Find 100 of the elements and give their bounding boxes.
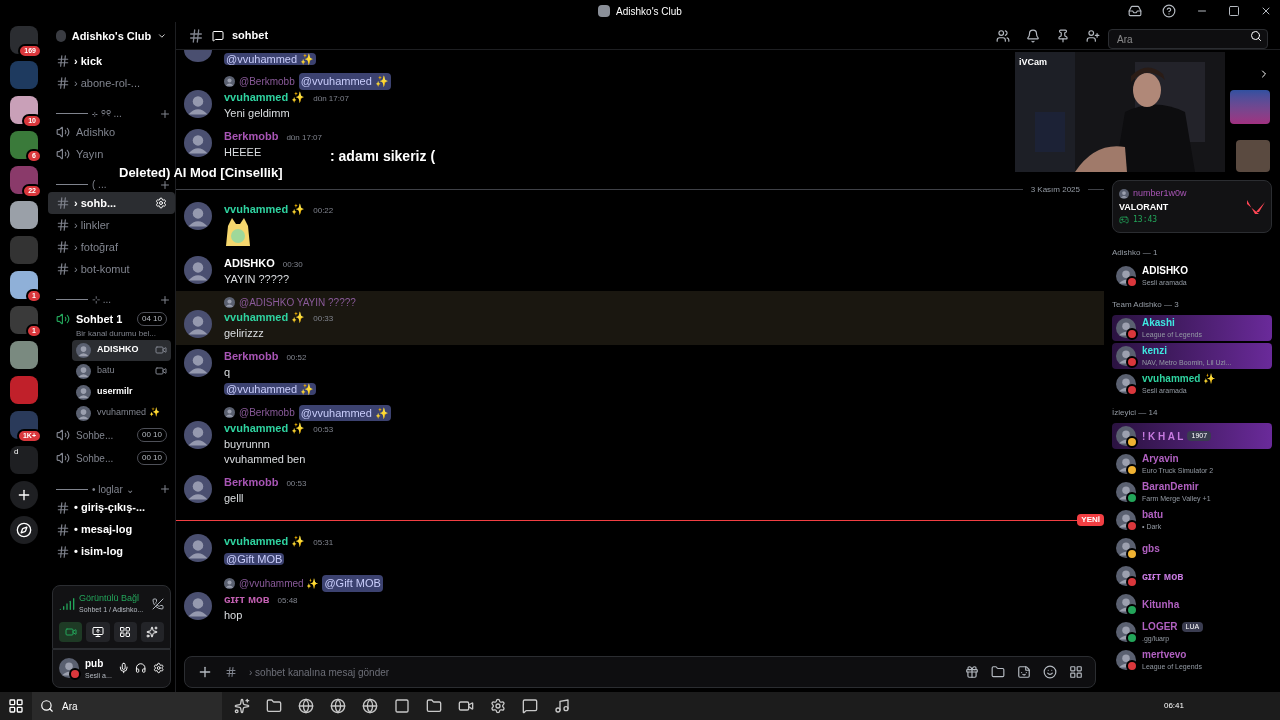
message-author[interactable]: Berkmobb — [224, 348, 279, 364]
member-item[interactable]: ɢɪғᴛ ᴍᴏʙ — [1112, 563, 1272, 589]
taskbar-app-icon[interactable] — [426, 698, 442, 714]
taskbar-app-icon[interactable] — [234, 698, 250, 714]
channel-item[interactable]: › bot-komut — [48, 258, 175, 280]
settings-icon[interactable] — [152, 662, 164, 675]
server-icon[interactable] — [10, 96, 38, 124]
call-control-button[interactable] — [86, 621, 110, 642]
disconnect-icon[interactable] — [152, 597, 164, 610]
member-name[interactable]: Aryavin — [1142, 451, 1179, 467]
members-icon[interactable] — [1086, 28, 1100, 43]
member-name[interactable]: gbs — [1142, 540, 1160, 556]
channel-item[interactable]: • isim-log — [48, 540, 175, 563]
category-label[interactable]: ⊹ ... — [92, 292, 112, 307]
channel-item[interactable]: › abone-rol-... — [48, 72, 175, 94]
message-author[interactable]: ADISHKO — [224, 255, 275, 271]
mention[interactable]: @vvuhammed ✨ — [298, 404, 391, 421]
channel-item[interactable]: › sohb... — [48, 192, 175, 214]
category-label[interactable]: ( ... — [92, 177, 107, 192]
message-author[interactable]: Berkmobb — [224, 475, 279, 490]
call-control-button[interactable] — [140, 621, 164, 642]
member-name[interactable]: ɢɪғᴛ ᴍᴏʙ — [1142, 568, 1184, 584]
message-author[interactable]: vvuhammed ✨ — [224, 89, 306, 105]
server-icon[interactable] — [10, 26, 38, 54]
pin-icon[interactable] — [1056, 28, 1070, 43]
taskbar-app-icon[interactable] — [298, 698, 314, 714]
member-name[interactable]: LOGER — [1142, 619, 1178, 635]
voice-member[interactable]: vvuhammed ✨ — [72, 402, 171, 424]
voice-channel[interactable]: Yayın — [48, 143, 175, 165]
taskbar-search[interactable]: Ara — [32, 692, 222, 720]
voice-member[interactable]: batu — [72, 360, 171, 382]
mention[interactable]: @Gift MOB — [224, 553, 285, 565]
message-author[interactable]: Berkmobb — [224, 128, 279, 144]
voice-channel[interactable]: Sohbe... — [76, 450, 114, 466]
reply-author[interactable]: @Berkmobb — [239, 73, 295, 89]
activity-user[interactable]: number1w0w — [1133, 187, 1187, 201]
member-name[interactable]: batu — [1142, 507, 1164, 523]
member-name[interactable]: Kitunha — [1142, 596, 1180, 612]
category-label[interactable]: ⊹ ୨୧ ... — [92, 106, 122, 121]
mention[interactable]: @vvuhammed ✨ — [224, 382, 317, 395]
help-icon[interactable] — [1162, 4, 1176, 18]
taskbar-app-icon[interactable] — [362, 698, 378, 714]
server-icon[interactable] — [10, 166, 38, 194]
member-name[interactable]: ! K H A L — [1142, 428, 1184, 444]
member-name[interactable]: Akashi — [1142, 315, 1175, 331]
message-author[interactable]: vvuhammed ✨ — [224, 421, 306, 436]
microphone-icon[interactable] — [117, 662, 130, 675]
voice-member[interactable]: ADISHKO — [72, 339, 171, 361]
emoji-icon[interactable] — [1043, 665, 1057, 679]
reply-author[interactable]: @vvuhammed ✨ — [239, 575, 319, 591]
member-name[interactable]: kenzi — [1142, 343, 1167, 359]
channel-item[interactable]: • giriş-çıkış-... — [48, 496, 175, 519]
mention[interactable]: @Gift MOB — [322, 575, 383, 592]
close-icon[interactable] — [1260, 5, 1272, 17]
add-icon[interactable] — [197, 664, 213, 680]
member-name[interactable]: vvuhammed ✨ — [1142, 371, 1216, 387]
sticker-icon[interactable] — [1017, 665, 1031, 679]
gift-icon[interactable] — [965, 665, 979, 679]
member-name[interactable]: BaranDemir — [1142, 479, 1199, 495]
inbox-icon[interactable] — [1128, 4, 1142, 18]
search-field[interactable]: Ara — [1108, 29, 1268, 49]
server-icon[interactable] — [10, 201, 38, 229]
voice-channel[interactable]: Adishko — [48, 121, 175, 143]
category-label[interactable]: • loglar ⌄ — [92, 481, 134, 497]
taskbar-app-icon[interactable] — [522, 698, 538, 714]
mention[interactable]: @vvuhammed ✨ — [224, 53, 317, 65]
server-name[interactable]: Adishko's Club — [71, 27, 152, 45]
voice-member[interactable]: usermilr — [72, 381, 171, 403]
notification-icon[interactable] — [1026, 28, 1040, 43]
call-control-button[interactable] — [113, 621, 137, 642]
channel-item[interactable]: › fotoğraf — [48, 236, 175, 258]
server-icon[interactable] — [10, 271, 38, 299]
channel-item[interactable]: › kick — [48, 50, 175, 72]
server-folder[interactable]: d — [10, 446, 38, 474]
message-author[interactable]: vvuhammed ✨ — [224, 309, 306, 325]
settings-icon[interactable] — [155, 197, 167, 209]
headphones-icon[interactable] — [135, 662, 147, 675]
taskbar-app-icon[interactable] — [394, 698, 410, 714]
add-icon[interactable] — [159, 178, 171, 191]
server-icon[interactable] — [10, 131, 38, 159]
channel-item[interactable]: › linkler — [48, 214, 175, 236]
taskbar-app-icon[interactable] — [266, 698, 282, 714]
discover-button[interactable] — [10, 516, 38, 544]
maximize-icon[interactable] — [1228, 5, 1240, 17]
add-server-button[interactable] — [10, 481, 38, 509]
member-name[interactable]: mertvevo — [1142, 647, 1187, 663]
taskbar-app-icon[interactable] — [330, 698, 346, 714]
mention[interactable]: @vvuhammed ✨ — [298, 73, 391, 90]
channel-item[interactable]: • mesaj-log — [48, 518, 175, 541]
apps-icon[interactable] — [1069, 665, 1083, 679]
voice-channel[interactable]: Sohbet 1 — [76, 311, 123, 328]
member-item[interactable]: Kitunha — [1112, 591, 1272, 617]
composer-bar[interactable]: › sohbet kanalına mesaj gönder — [184, 656, 1096, 688]
reply-author[interactable]: @Berkmobb — [239, 405, 295, 421]
taskbar-app-icon[interactable] — [554, 698, 570, 714]
taskbar-app-icon[interactable] — [458, 698, 474, 714]
member-name[interactable]: ADISHKO — [1142, 263, 1189, 279]
message-author[interactable]: ɢɪғᴛ ᴍᴏʙ — [224, 591, 270, 607]
voice-channel[interactable]: Sohbe... — [76, 427, 114, 443]
message-author[interactable]: vvuhammed ✨ — [224, 201, 306, 217]
